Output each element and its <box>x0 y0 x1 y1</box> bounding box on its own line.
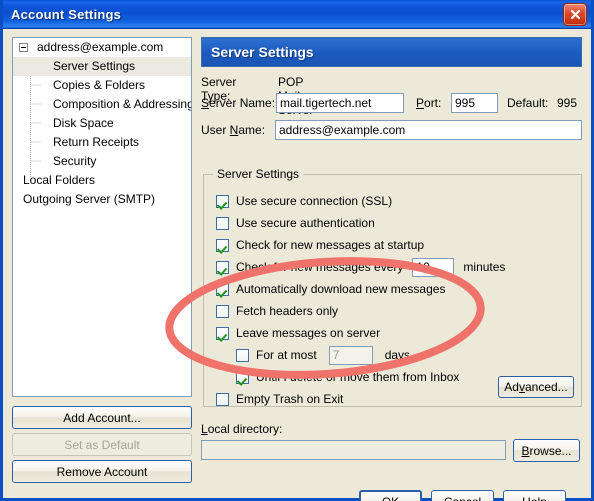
settings-pane: Server Settings <box>201 37 582 67</box>
ok-label: OK <box>382 495 399 501</box>
checkbox-label: Use secure authentication <box>236 216 375 230</box>
checkbox-auto-download[interactable] <box>216 282 229 296</box>
checkbox-row-empty-trash[interactable]: Empty Trash on Exit <box>216 390 343 408</box>
checkbox-row-check-every[interactable]: Check for new messages every minutes <box>216 257 506 277</box>
checkbox-for-at-most[interactable] <box>236 348 249 362</box>
sidebar-item-label: Local Folders <box>23 173 96 187</box>
advanced-button[interactable]: Advanced... <box>498 376 574 398</box>
sidebar-item-label: address@example.com <box>37 40 164 54</box>
add-account-label: Add Account... <box>63 410 141 425</box>
default-port-label: Default: <box>507 96 549 110</box>
days-label: days <box>384 348 411 362</box>
checkbox-row-fetch-headers[interactable]: Fetch headers only <box>216 302 338 320</box>
title-bar: Account Settings <box>3 0 591 29</box>
checkbox-label: Check for new messages every <box>236 260 404 274</box>
sidebar-item-server-settings[interactable]: Server Settings <box>13 57 191 76</box>
checkbox-check-at-startup[interactable] <box>216 238 229 252</box>
add-account-button[interactable]: Add Account... <box>12 406 192 429</box>
sidebar-item-disk-space[interactable]: Disk Space <box>13 114 191 133</box>
minutes-label: minutes <box>463 260 506 274</box>
checkbox-label: Fetch headers only <box>236 304 339 318</box>
advanced-label: Advanced... <box>504 380 568 394</box>
port-label: Port: <box>416 96 442 110</box>
dialog-content: address@example.com Server Settings Copi… <box>3 29 591 501</box>
checkbox-label: Use secure connection (SSL) <box>236 194 393 208</box>
server-name-input[interactable] <box>276 93 404 113</box>
ok-button[interactable]: OK <box>359 490 422 501</box>
help-button[interactable]: Help <box>503 490 566 501</box>
help-label: Help <box>522 495 547 501</box>
default-port-value: 995 <box>557 96 578 110</box>
collapse-icon[interactable] <box>19 43 28 52</box>
checkbox-row-auto-download[interactable]: Automatically download new messages <box>216 280 445 298</box>
checkbox-row-leave-on-server[interactable]: Leave messages on server <box>216 324 380 342</box>
sidebar-item-label: Outgoing Server (SMTP) <box>23 192 156 206</box>
fieldset-legend: Server Settings <box>213 167 304 181</box>
checkbox-empty-trash[interactable] <box>216 392 229 406</box>
sidebar-item-outgoing-server[interactable]: Outgoing Server (SMTP) <box>13 190 191 209</box>
server-name-label: Server Name: <box>201 96 276 110</box>
checkbox-row-until-delete[interactable]: Until I delete or move them from Inbox <box>236 368 459 386</box>
days-input <box>328 345 373 365</box>
sidebar-item-label: Copies & Folders <box>53 78 146 92</box>
browse-label: Browse... <box>521 443 572 458</box>
sidebar-item-label: Security <box>53 154 97 168</box>
checkbox-fetch-headers[interactable] <box>216 304 229 318</box>
set-as-default-label: Set as Default <box>64 437 140 452</box>
browse-button[interactable]: Browse... <box>513 439 580 462</box>
sidebar-item-account[interactable]: address@example.com <box>13 38 191 57</box>
checkbox-label: Automatically download new messages <box>236 282 446 296</box>
sidebar-item-security[interactable]: Security <box>13 152 191 171</box>
checkbox-row-secure-auth[interactable]: Use secure authentication <box>216 214 375 232</box>
remove-account-label: Remove Account <box>56 464 148 479</box>
user-name-input[interactable] <box>275 120 582 140</box>
sidebar-item-label: Server Settings <box>53 59 136 73</box>
checkbox-row-ssl[interactable]: Use secure connection (SSL) <box>216 192 392 210</box>
port-input[interactable] <box>451 93 498 113</box>
user-name-label: User Name: <box>201 123 266 137</box>
checkbox-until-delete[interactable] <box>236 370 249 384</box>
checkbox-leave-on-server[interactable] <box>216 326 229 340</box>
sidebar-item-local-folders[interactable]: Local Folders <box>13 171 191 190</box>
checkbox-row-check-at-startup[interactable]: Check for new messages at startup <box>216 236 424 254</box>
checkbox-label: Leave messages on server <box>236 326 381 340</box>
sidebar-item-copies-folders[interactable]: Copies & Folders <box>13 76 191 95</box>
cancel-label: Cancel <box>444 495 481 501</box>
checkbox-label: Until I delete or move them from Inbox <box>256 370 460 384</box>
checkbox-label: Check for new messages at startup <box>236 238 425 252</box>
sidebar-item-label: Return Receipts <box>53 135 140 149</box>
sidebar-item-composition-addressing[interactable]: Composition & Addressing <box>13 95 191 114</box>
checkbox-row-for-at-most[interactable]: For at most days <box>236 345 411 365</box>
local-directory-input[interactable] <box>201 440 506 460</box>
remove-account-button[interactable]: Remove Account <box>12 460 192 483</box>
set-as-default-button: Set as Default <box>12 433 192 456</box>
checkbox-label: For at most <box>256 348 317 362</box>
page-title: Server Settings <box>211 44 314 60</box>
window-title: Account Settings <box>11 6 122 22</box>
checkbox-check-every[interactable] <box>216 260 229 274</box>
sidebar-item-label: Composition & Addressing <box>53 97 192 111</box>
account-settings-window: Account Settings address@example.com Ser… <box>0 0 594 501</box>
sidebar-item-return-receipts[interactable]: Return Receipts <box>13 133 191 152</box>
checkbox-ssl[interactable] <box>216 194 229 208</box>
local-directory-label: Local directory: <box>201 422 283 436</box>
pane-header: Server Settings <box>201 37 582 67</box>
accounts-tree[interactable]: address@example.com Server Settings Copi… <box>12 37 192 397</box>
checkbox-label: Empty Trash on Exit <box>236 392 344 406</box>
check-interval-input[interactable] <box>412 257 455 277</box>
checkbox-secure-auth[interactable] <box>216 216 229 230</box>
close-icon[interactable] <box>563 3 587 26</box>
cancel-button[interactable]: Cancel <box>431 490 494 501</box>
sidebar-item-label: Disk Space <box>53 116 114 130</box>
close-glyph <box>570 9 580 20</box>
